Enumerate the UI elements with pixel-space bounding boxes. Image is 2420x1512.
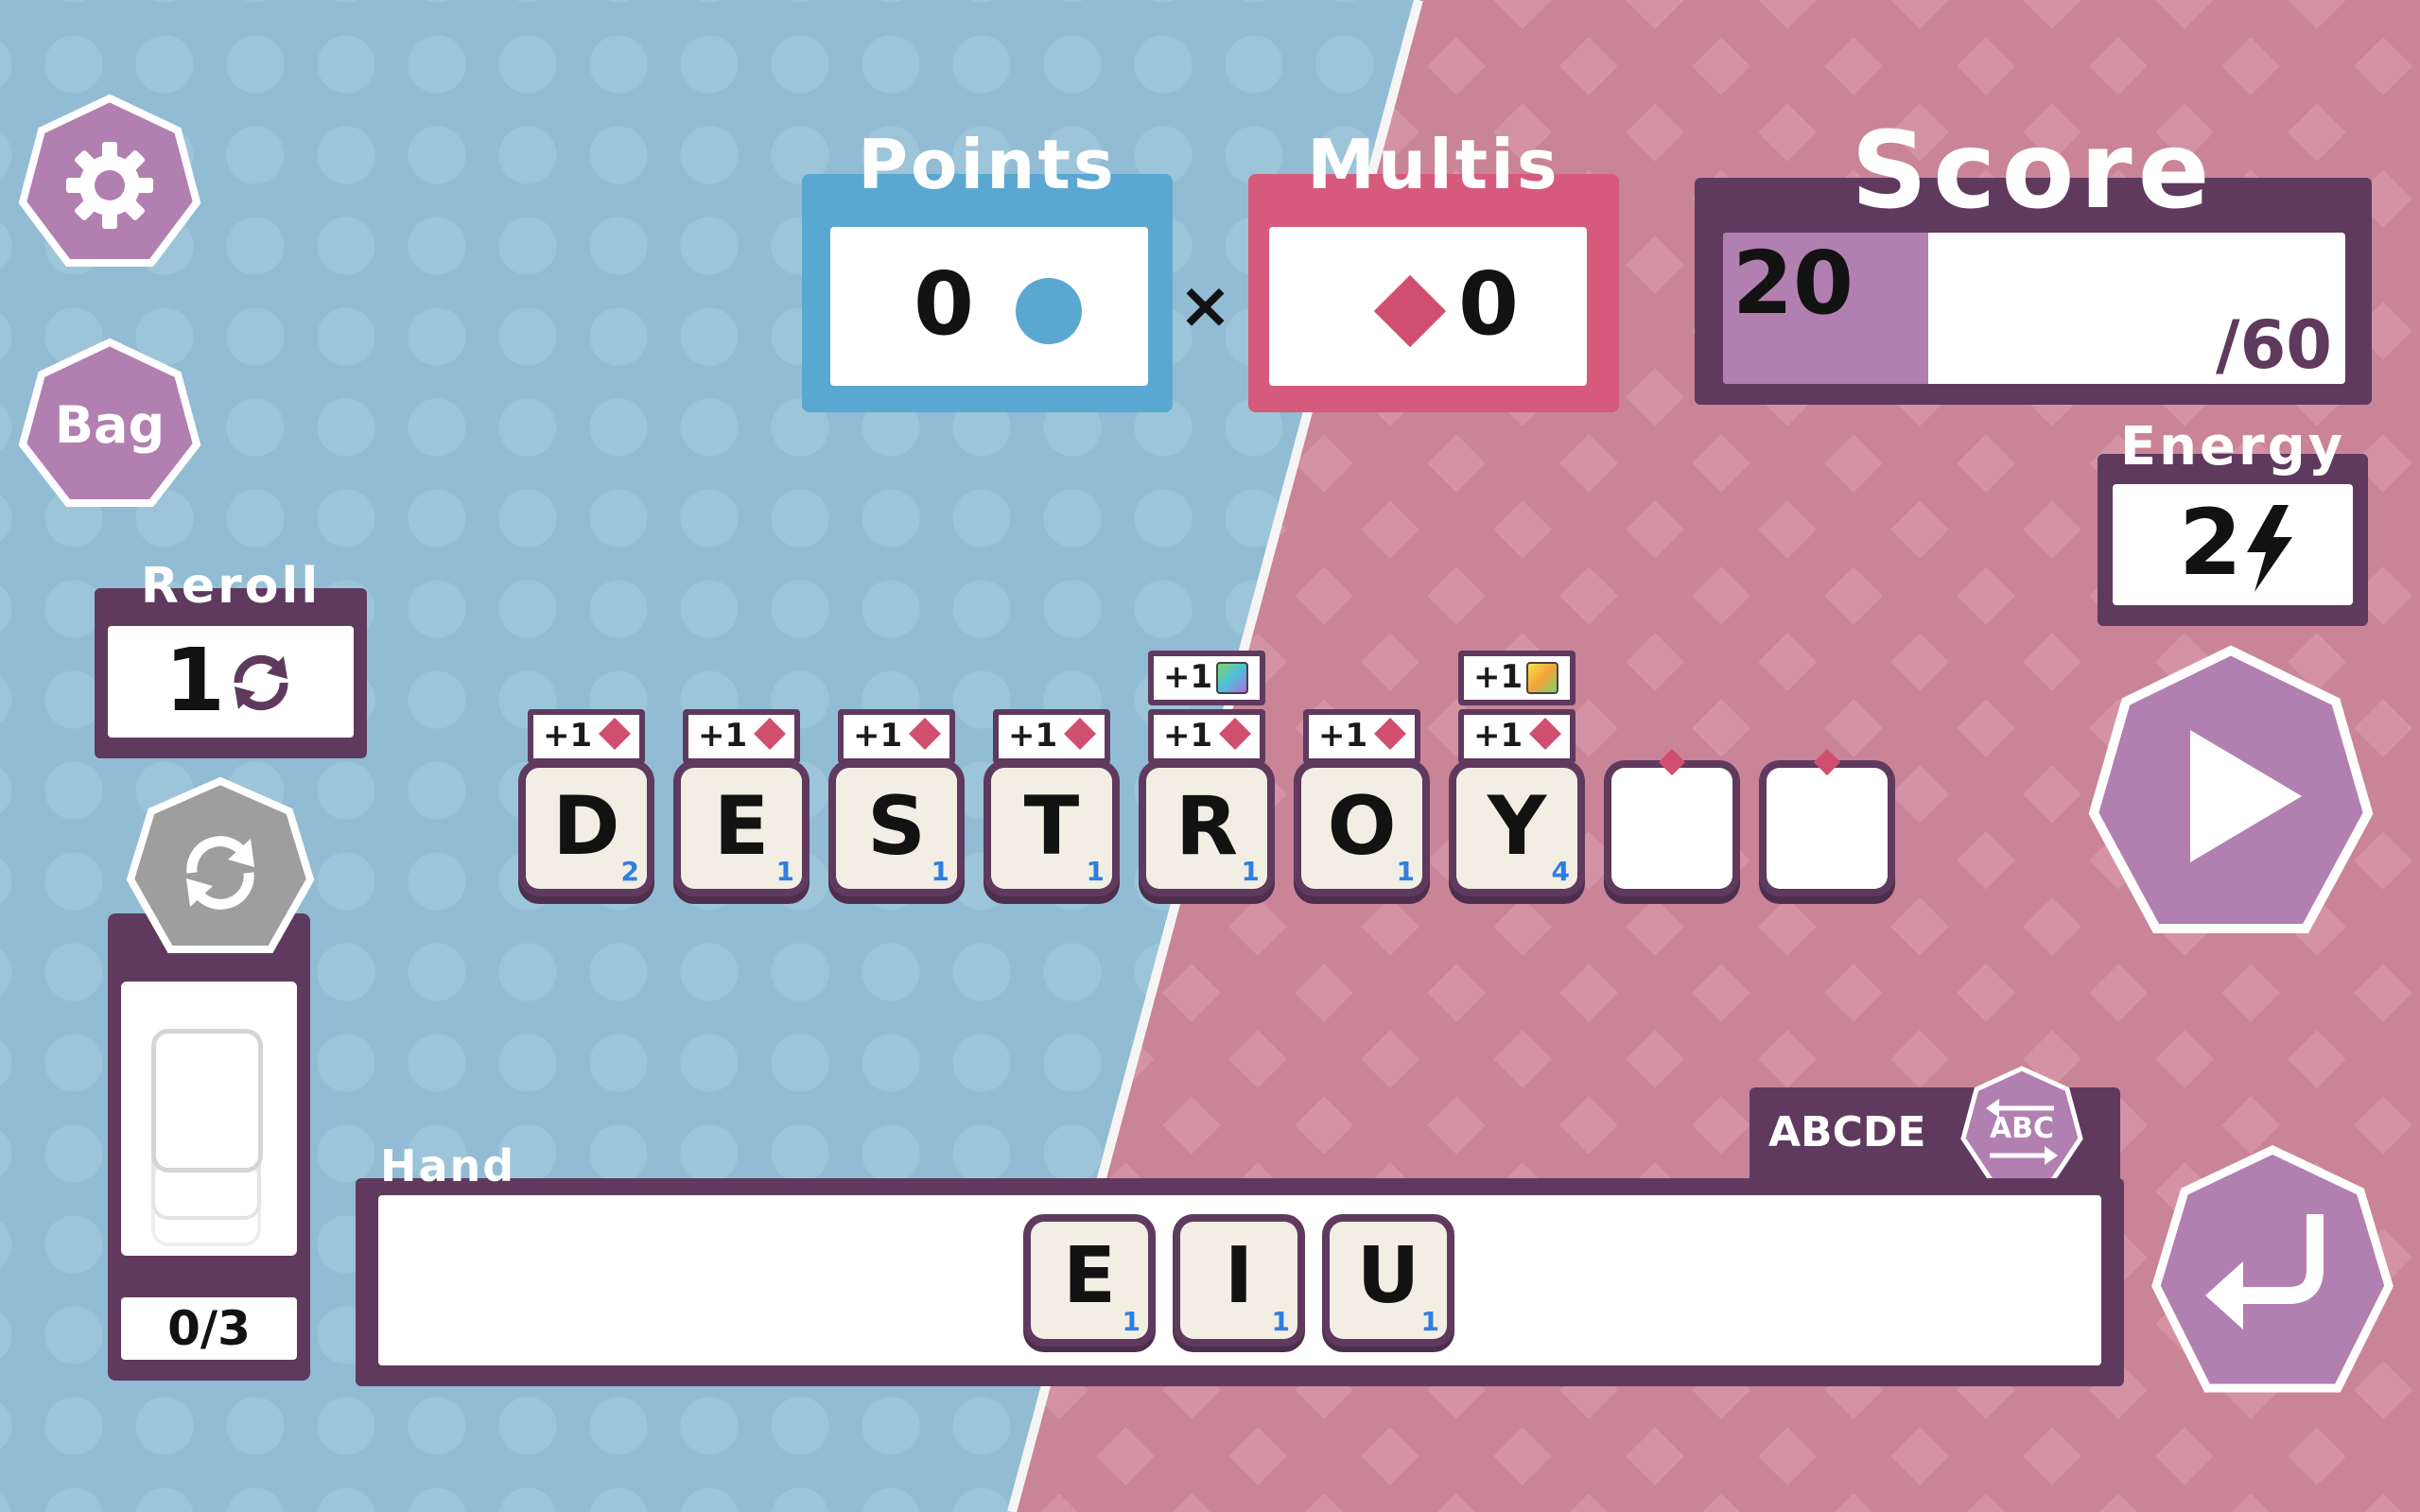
multis-label: Multis [1307, 125, 1560, 204]
score-progress-bar: 20 /60 [1723, 233, 2345, 384]
points-panel: Points 0 [802, 125, 1173, 412]
empty-word-slot[interactable] [1767, 748, 1888, 889]
bonus-text: +1 [698, 717, 748, 755]
bag-label: Bag [54, 395, 165, 455]
bonus-badge: +1 [993, 709, 1110, 764]
bonus-badge: +1 [1303, 709, 1420, 764]
multi-diamond-icon [1374, 718, 1406, 750]
tile-value: 1 [775, 856, 794, 887]
bonus-text: +1 [1473, 717, 1523, 755]
reroll-label: Reroll [140, 558, 322, 615]
points-label: Points [858, 125, 1117, 204]
bonus-text: +1 [1008, 717, 1058, 755]
discard-counter: 0/3 [167, 1301, 251, 1356]
discard-slot[interactable] [121, 982, 297, 1256]
bonus-badge: +1 [1148, 651, 1265, 705]
rainbow-square-icon [1216, 662, 1248, 694]
word-tile[interactable]: T1 [991, 768, 1112, 889]
tile-value: 1 [1122, 1306, 1140, 1337]
reroll-count: 1 [165, 630, 226, 731]
tile-value: 1 [1271, 1306, 1290, 1337]
energy-value: 2 [2179, 490, 2242, 596]
sort-label: ABC [1989, 1112, 2055, 1145]
cycle-icon [175, 827, 266, 918]
tile-value: 1 [1241, 856, 1260, 887]
energy-panel: Energy 2 [2098, 416, 2368, 626]
bonus-badge: +1 [683, 709, 800, 764]
submit-button[interactable] [2149, 1144, 2396, 1399]
sort-panel: ABCDE ABC [1750, 1066, 2120, 1191]
energy-label: Energy [2119, 416, 2346, 478]
bonus-badge: +1 [838, 709, 955, 764]
points-circle-icon [1016, 278, 1082, 344]
tile-value: 4 [1551, 856, 1570, 887]
word-tile[interactable]: D2 [526, 768, 647, 889]
sort-text: ABCDE [1768, 1108, 1926, 1156]
bag-button[interactable]: Bag [17, 337, 202, 516]
bonus-badge: +1 [1458, 709, 1576, 764]
hand-tile[interactable]: I1 [1180, 1222, 1297, 1339]
score-current: 20 [1732, 233, 1854, 334]
multi-diamond-icon [1529, 718, 1561, 750]
word-tile[interactable]: O1 [1301, 768, 1422, 889]
multis-panel: Multis 0 [1248, 125, 1619, 412]
tile-value: 1 [1396, 856, 1415, 887]
multi-diamond-icon [1064, 718, 1096, 750]
tile-value: 1 [931, 856, 949, 887]
bonus-text: +1 [1318, 717, 1368, 755]
rainbow-square-icon [1526, 662, 1558, 694]
multi-diamond-icon [754, 718, 786, 750]
play-button[interactable] [2084, 643, 2377, 946]
gear-icon [62, 138, 157, 233]
discard-panel: 0/3 [108, 913, 310, 1381]
hand-tile[interactable]: E1 [1031, 1222, 1148, 1339]
multi-diamond-icon [599, 718, 631, 750]
discard-cycle-button[interactable] [123, 775, 318, 970]
points-value: 0 [914, 253, 975, 355]
reroll-icon [225, 647, 297, 719]
bonus-text: +1 [1163, 658, 1213, 696]
word-tile[interactable]: R1 [1146, 768, 1267, 889]
tile-value: 1 [1420, 1306, 1439, 1337]
tile-value: 2 [620, 856, 639, 887]
word-tile[interactable]: Y4 [1456, 768, 1577, 889]
multiply-sign: × [1178, 269, 1232, 343]
bonus-text: +1 [543, 717, 593, 755]
sort-button[interactable]: ABC [1956, 1063, 2088, 1195]
empty-word-slot[interactable] [1611, 748, 1732, 889]
score-label: Score [1851, 110, 2216, 233]
lightning-icon [2241, 503, 2298, 594]
bonus-badge: +1 [1148, 709, 1265, 764]
bonus-text: +1 [853, 717, 903, 755]
score-target: /60 [2216, 306, 2332, 384]
settings-button[interactable] [17, 93, 202, 278]
word-tile[interactable]: S1 [836, 768, 957, 889]
multis-value: 0 [1458, 253, 1520, 355]
score-panel: Score 20 /60 [1695, 110, 2372, 405]
multis-diamond-icon [1373, 274, 1447, 348]
hand-label: Hand [380, 1140, 516, 1191]
word-tile[interactable]: E1 [681, 768, 802, 889]
hand-tile[interactable]: U1 [1330, 1222, 1447, 1339]
bonus-badge: +1 [1458, 651, 1576, 705]
bonus-text: +1 [1163, 717, 1213, 755]
tile-value: 1 [1086, 856, 1105, 887]
bonus-badge: +1 [528, 709, 645, 764]
multi-diamond-icon [909, 718, 941, 750]
multi-diamond-icon [1219, 718, 1251, 750]
bonus-text: +1 [1473, 658, 1523, 696]
reroll-panel: Reroll 1 [95, 558, 367, 758]
